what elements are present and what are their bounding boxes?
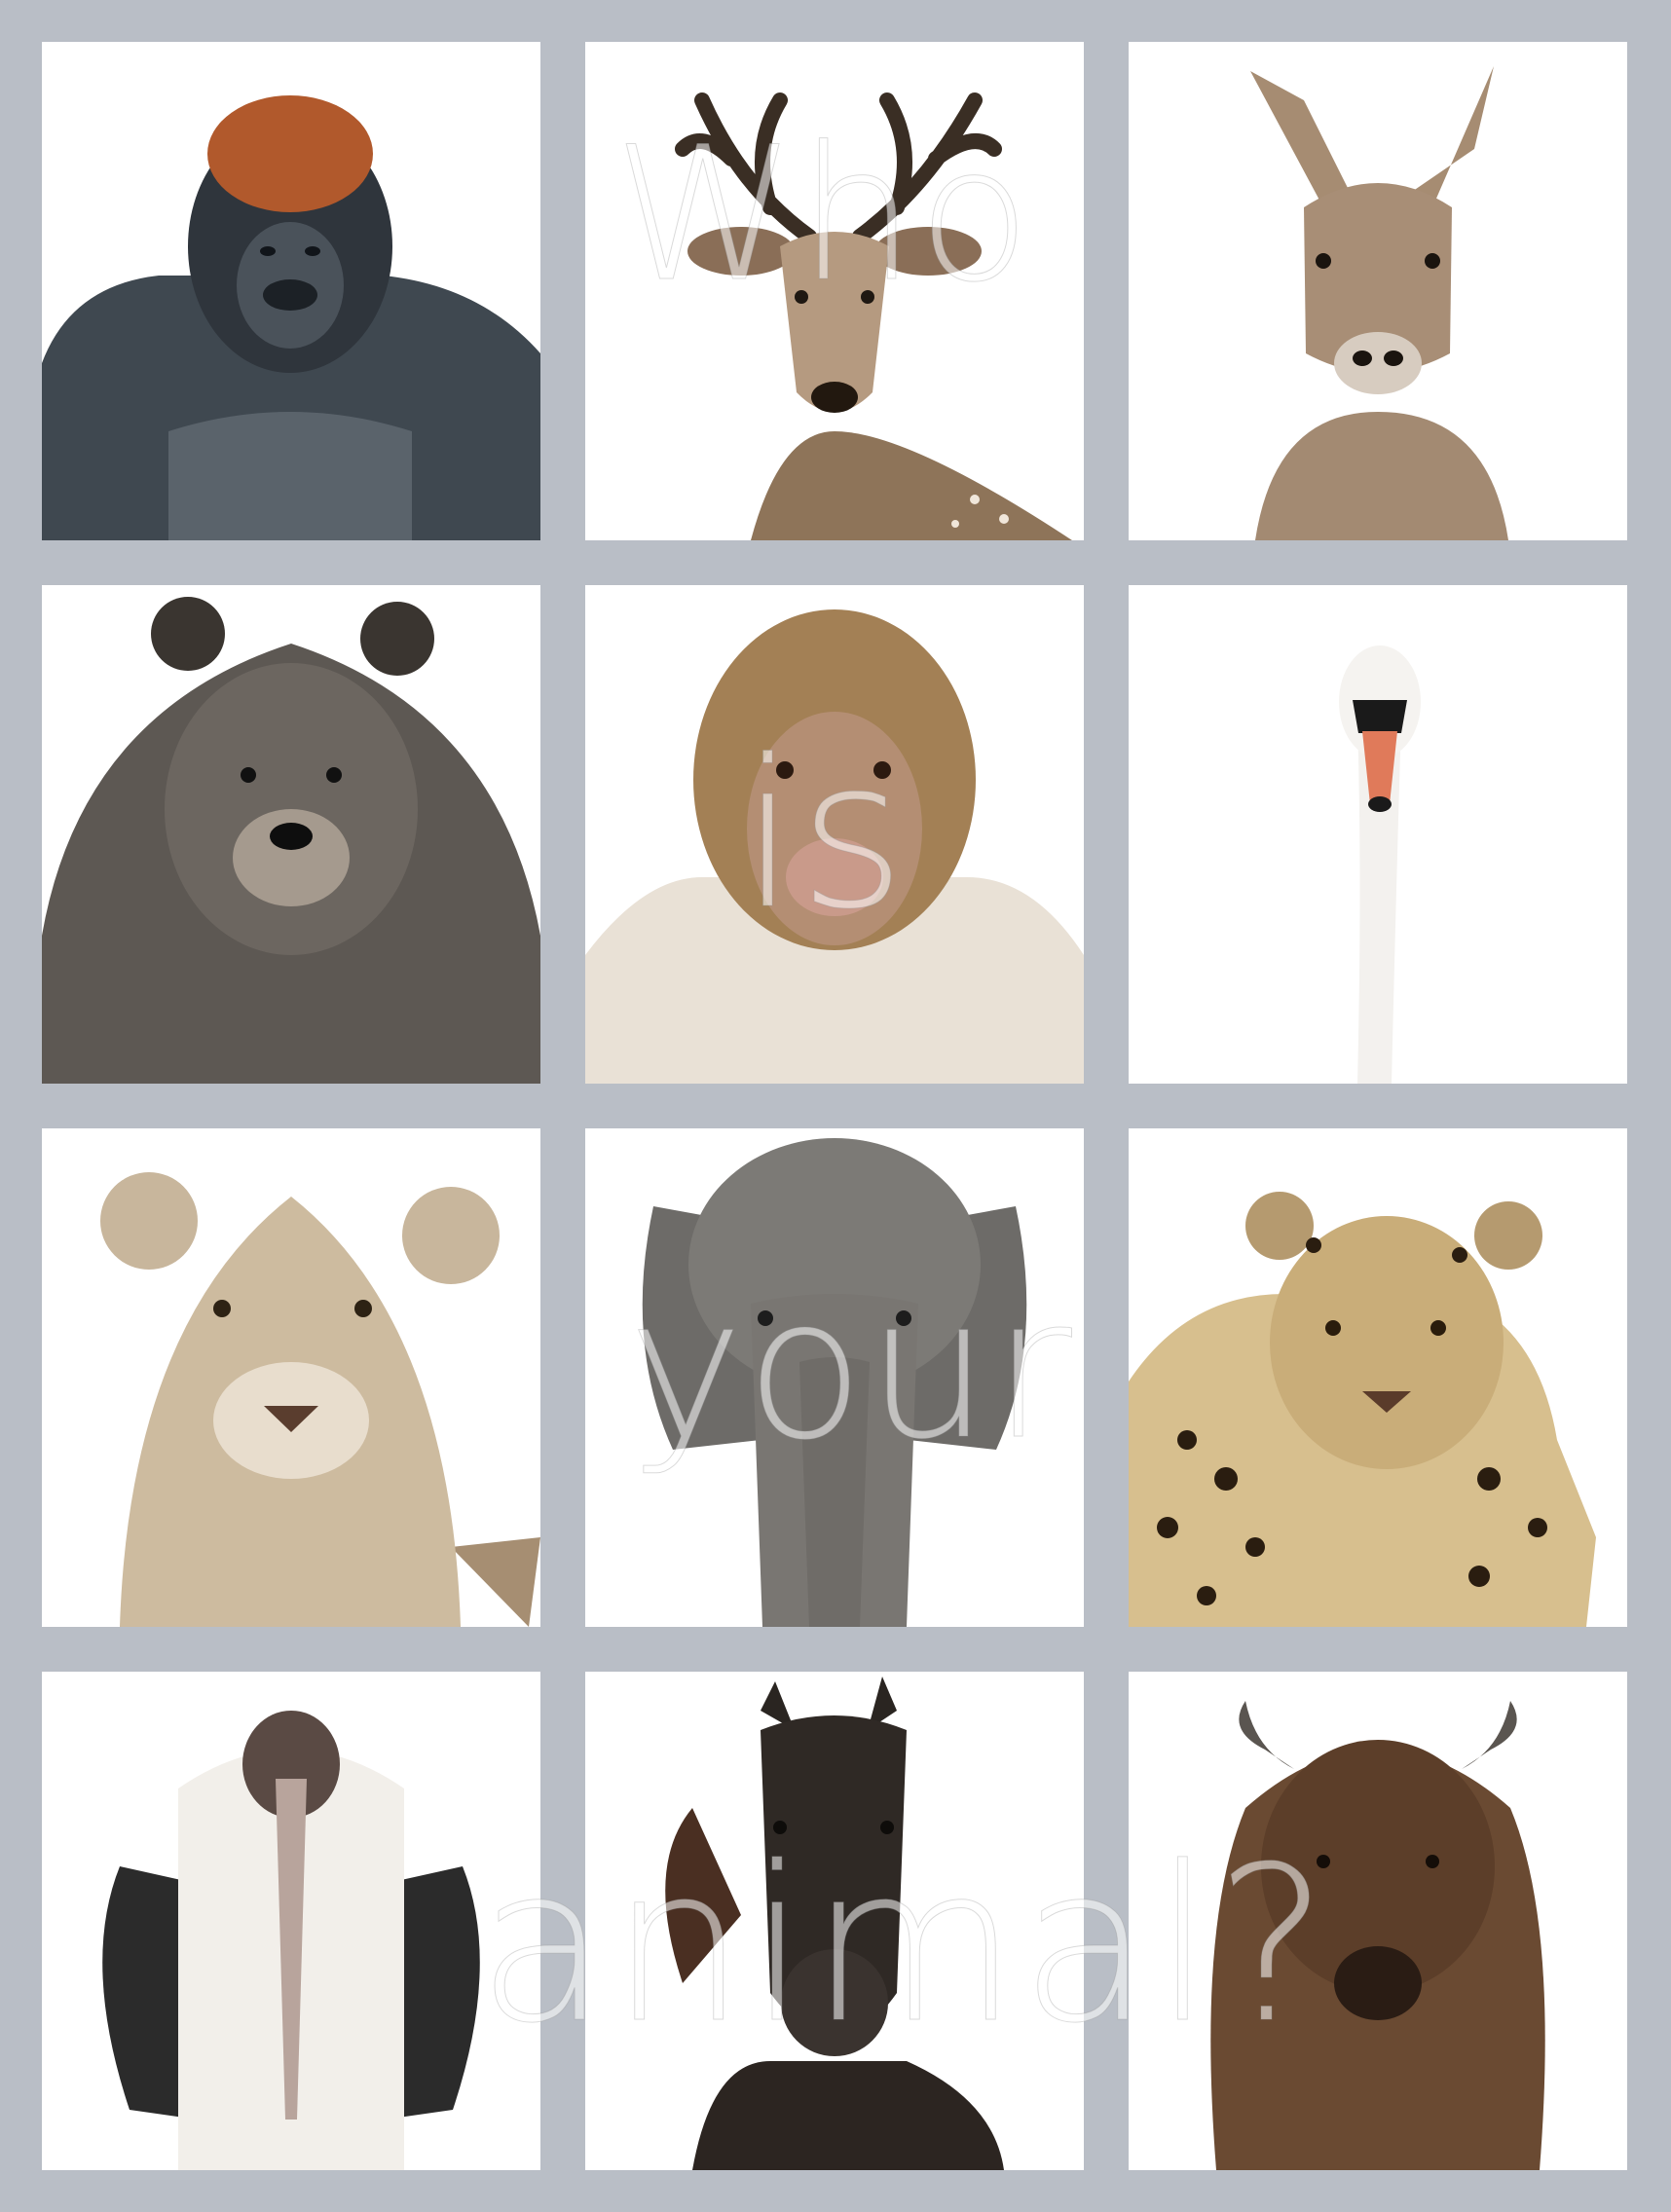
jaguar-photo (1129, 1128, 1627, 1627)
macaque-photo (585, 585, 1084, 1084)
bison-photo (1129, 1672, 1627, 2170)
mara-photo (1129, 42, 1627, 540)
elephant-photo (585, 1128, 1084, 1627)
swan-photo (1129, 585, 1627, 1084)
deer-photo (585, 42, 1084, 540)
gorilla-photo (42, 42, 540, 540)
bear-photo (42, 585, 540, 1084)
horse-photo (585, 1672, 1084, 2170)
marabou-stork-photo (42, 1672, 540, 2170)
animal-collage: Who is your animal? (0, 0, 1671, 2212)
lioness-photo (42, 1128, 540, 1627)
